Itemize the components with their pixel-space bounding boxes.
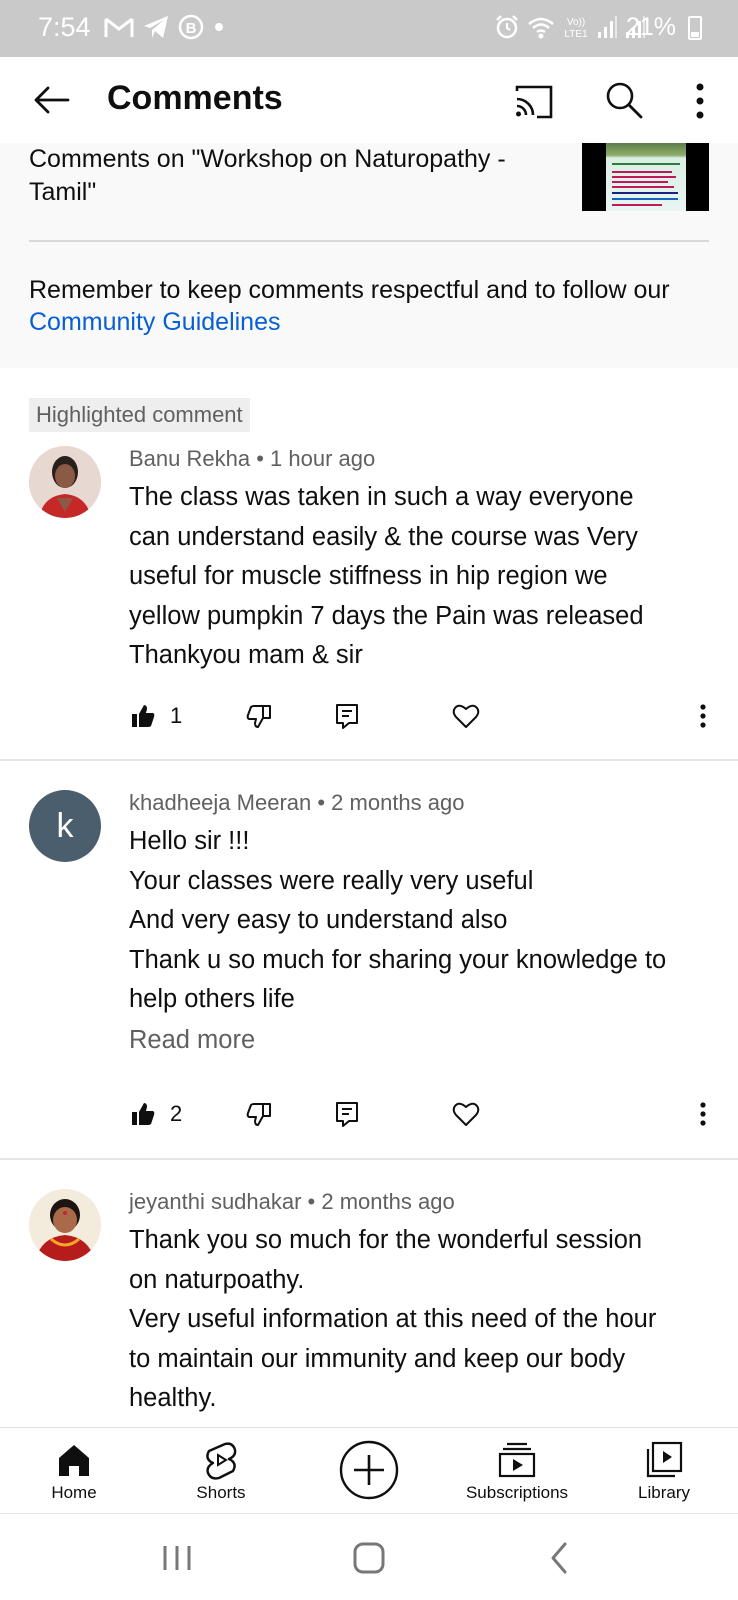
heart-button[interactable] xyxy=(452,696,480,736)
gmail-icon xyxy=(104,17,134,37)
nav-library-label: Library xyxy=(638,1483,690,1502)
thumbs-up-filled-icon xyxy=(132,705,155,727)
like-button[interactable]: 1 xyxy=(130,696,182,736)
community-guidelines-link[interactable]: Community Guidelines xyxy=(29,308,281,336)
telegram-icon xyxy=(144,16,168,38)
header-divider xyxy=(29,240,709,242)
more-vert-icon xyxy=(700,1102,706,1126)
dislike-button[interactable] xyxy=(246,696,272,736)
comment-divider xyxy=(0,759,738,761)
system-navigation-bar xyxy=(0,1513,738,1600)
nav-subscriptions-label: Subscriptions xyxy=(465,1483,569,1502)
comment-actions: 2 xyxy=(0,1094,738,1134)
highlighted-comment-badge: Highlighted comment xyxy=(29,398,250,432)
signal-icon xyxy=(598,16,617,38)
comment-divider xyxy=(0,1158,738,1160)
notification-icons: B xyxy=(104,14,226,40)
reply-button[interactable] xyxy=(334,696,360,736)
bottom-navigation: Home Shorts Subscriptions Library xyxy=(0,1427,738,1513)
status-bar: 7:54 B Vo)) LTE1 21% xyxy=(0,0,738,57)
comments-header: Comments on "Workshop on Naturopathy - T… xyxy=(0,143,738,368)
more-vert-icon xyxy=(700,704,706,728)
recent-apps-icon[interactable] xyxy=(157,1540,197,1576)
reply-comment-icon xyxy=(336,704,358,729)
comment-meta: jeyanthi sudhakar • 2 months ago xyxy=(129,1189,455,1214)
thumbnail-image xyxy=(606,143,686,211)
thumbs-down-icon xyxy=(246,705,271,728)
comment-more-button[interactable] xyxy=(696,696,710,736)
svg-text:Vo)): Vo)) xyxy=(567,17,585,28)
nav-library[interactable]: Library xyxy=(624,1428,704,1514)
nav-home-label: Home xyxy=(51,1483,97,1502)
page-title: Comments xyxy=(107,79,283,117)
create-plus-icon xyxy=(339,1440,399,1500)
read-more-link[interactable]: Read more xyxy=(129,1026,255,1055)
heart-button[interactable] xyxy=(452,1094,480,1134)
battery-icon xyxy=(688,16,702,40)
more-vert-icon[interactable] xyxy=(680,79,720,123)
thumbs-down-icon xyxy=(246,1103,271,1126)
comment-actions: 1 xyxy=(0,696,738,736)
nav-shorts[interactable]: Shorts xyxy=(181,1428,261,1514)
status-time: 7:54 xyxy=(38,12,91,42)
alarm-icon xyxy=(496,15,518,39)
comment-text: Thank you so much for the wonderful sess… xyxy=(129,1226,657,1412)
avatar-photo xyxy=(29,1189,101,1261)
avatar[interactable]: k xyxy=(29,790,101,862)
b-icon: B xyxy=(178,14,204,40)
shorts-icon xyxy=(206,1442,237,1480)
guidelines-text: Remember to keep comments respectful and… xyxy=(29,276,670,304)
subscriptions-icon xyxy=(498,1442,536,1478)
home-button-icon[interactable] xyxy=(349,1540,389,1576)
comment-meta: Banu Rekha • 1 hour ago xyxy=(129,446,376,471)
cast-icon[interactable] xyxy=(513,81,555,123)
thumbs-up-filled-icon xyxy=(132,1103,155,1125)
library-icon xyxy=(646,1441,683,1478)
guidelines-notice: Remember to keep comments respectful and… xyxy=(29,274,719,338)
reply-button[interactable] xyxy=(334,1094,360,1134)
comment-meta: khadheeja Meeran • 2 months ago xyxy=(129,790,465,815)
comment-more-button[interactable] xyxy=(696,1094,710,1134)
svg-text:LTE1: LTE1 xyxy=(564,29,588,40)
search-icon[interactable] xyxy=(603,79,645,121)
battery-percent: 21% xyxy=(625,13,676,41)
avatar-photo xyxy=(29,446,101,518)
back-button-icon[interactable] xyxy=(541,1540,581,1576)
system-status-icons: Vo)) LTE1 xyxy=(494,14,646,40)
home-icon xyxy=(59,1445,89,1476)
like-count: 1 xyxy=(170,703,183,728)
dislike-button[interactable] xyxy=(246,1094,272,1134)
avatar[interactable] xyxy=(29,1189,101,1261)
nav-shorts-label: Shorts xyxy=(196,1483,246,1502)
heart-icon xyxy=(452,704,480,728)
nav-home[interactable]: Home xyxy=(34,1428,114,1514)
avatar[interactable] xyxy=(29,446,101,518)
video-title: Comments on "Workshop on Naturopathy - T… xyxy=(29,145,506,206)
wifi-icon xyxy=(528,17,554,39)
nav-create[interactable] xyxy=(331,1428,407,1514)
volte-icon: Vo))LTE1 xyxy=(564,17,588,40)
like-button[interactable]: 2 xyxy=(130,1094,182,1134)
video-thumbnail[interactable] xyxy=(582,143,709,211)
like-count: 2 xyxy=(170,1101,183,1126)
nav-subscriptions[interactable]: Subscriptions xyxy=(457,1428,577,1514)
back-arrow-icon[interactable] xyxy=(28,77,74,123)
avatar-letter: k xyxy=(56,806,74,845)
heart-icon xyxy=(452,1102,480,1126)
dot-icon xyxy=(215,23,223,31)
reply-comment-icon xyxy=(336,1102,358,1127)
comment-text: The class was taken in such a way everyo… xyxy=(129,483,644,669)
svg-text:B: B xyxy=(186,20,197,37)
comment-text: Hello sir !!! Your classes were really v… xyxy=(129,827,667,1013)
app-bar: Comments xyxy=(0,57,738,143)
